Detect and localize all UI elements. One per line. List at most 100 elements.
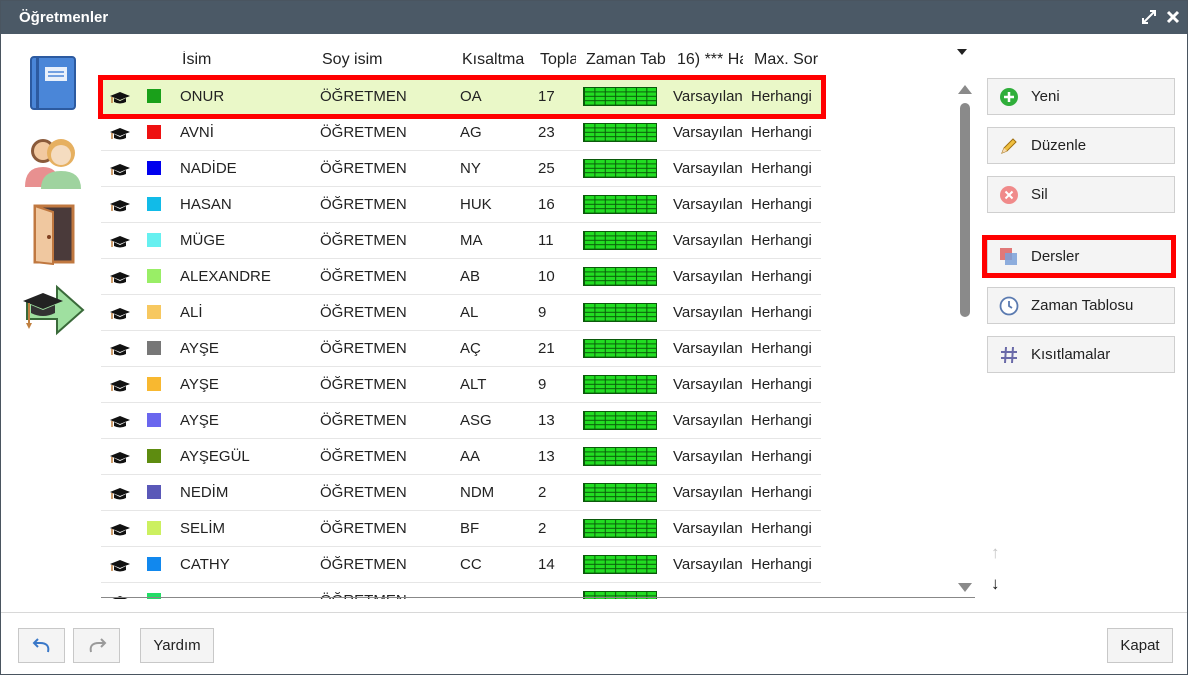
table-row[interactable]: ALİ ÖĞRETMEN AL 9 Varsayılan Herhangi [101,295,821,331]
timetable-preview[interactable] [583,447,657,466]
cell-max: Herhangi [751,196,812,213]
cell-name: AYŞEGÜL [180,448,250,465]
column-header-total[interactable]: Topla [540,51,576,69]
timetable-preview[interactable] [583,267,657,286]
table-row[interactable]: ALEXANDRE ÖĞRETMEN AB 10 Varsayılan Herhangi [101,259,821,295]
color-swatch [147,233,161,247]
scroll-down-icon[interactable] [958,583,972,592]
timetable-preview[interactable] [583,375,657,394]
cell-name: ALEXANDRE [180,268,271,285]
footer-divider [1,612,1187,613]
table-row[interactable]: ONUR ÖĞRETMEN OA 17 Varsayılan Herhangi [101,79,821,115]
cell-surname: ÖĞRETMEN [320,232,407,249]
cell-short: HUK [460,196,492,213]
cell-surname: ÖĞRETMEN [320,88,407,105]
column-header-max[interactable]: Max. Sor [754,51,822,69]
constraints-button[interactable]: Kısıtlamalar [987,336,1175,373]
table-row[interactable]: NEDİM ÖĞRETMEN NDM 2 Varsayılan Herhangi [101,475,821,511]
cell-col16: Varsayılan [673,232,743,249]
graduation-arrow-icon[interactable] [21,283,85,337]
edit-button[interactable]: Düzenle [987,127,1175,164]
graduation-cap-icon [110,199,130,213]
vertical-scrollbar[interactable] [957,85,973,595]
cell-surname: ÖĞRETMEN [320,448,407,465]
help-button[interactable]: Yardım [140,628,214,663]
door-icon[interactable] [29,203,77,266]
cell-short: CC [460,556,482,573]
timetable-preview[interactable] [583,411,657,430]
timetable-preview[interactable] [583,123,657,142]
expand-icon[interactable] [1140,7,1158,27]
color-swatch [147,593,161,599]
cell-name: ALİ [180,304,203,321]
graduation-cap-icon [110,235,130,249]
table-row[interactable]: AYŞE ÖĞRETMEN ALT 9 Varsayılan Herhangi [101,367,821,403]
cell-col16: Varsayılan [673,448,743,465]
table-row[interactable]: NADİDE ÖĞRETMEN NY 25 Varsayılan Herhangi [101,151,821,187]
column-header-16[interactable]: 16) *** Ha [677,51,743,69]
table-bottom-divider [101,597,975,598]
table-row[interactable]: AVNİ ÖĞRETMEN AG 23 Varsayılan Herhangi [101,115,821,151]
table-row[interactable]: HASAN ÖĞRETMEN HUK 16 Varsayılan Herhangi [101,187,821,223]
timetable-preview[interactable] [583,483,657,502]
table-row[interactable]: CATHY ÖĞRETMEN CC 14 Varsayılan Herhangi [101,547,821,583]
scroll-up-icon[interactable] [958,85,972,94]
move-up-icon[interactable]: ↑ [991,543,1000,563]
cell-max: Herhangi [751,124,812,141]
table-row[interactable]: AYŞEGÜL ÖĞRETMEN AA 13 Varsayılan Herhangi [101,439,821,475]
scroll-thumb[interactable] [960,103,970,317]
notebook-icon[interactable] [27,55,79,111]
timetable-button-label: Zaman Tablosu [1031,297,1134,314]
timetable-preview[interactable] [583,159,657,178]
table-row[interactable]: AYŞE ÖĞRETMEN AÇ 21 Varsayılan Herhangi [101,331,821,367]
timetable-preview[interactable] [583,339,657,358]
color-swatch [147,521,161,535]
table-row[interactable]: MÜGE ÖĞRETMEN MA 11 Varsayılan Herhangi [101,223,821,259]
delete-button[interactable]: Sil [987,176,1175,213]
cell-surname: ÖĞRETMEN [320,484,407,501]
move-down-icon[interactable]: ↓ [991,574,1000,594]
lessons-button[interactable]: Dersler [987,238,1175,275]
cell-max: Herhangi [751,556,812,573]
cell-short: AÇ [460,340,481,357]
cell-total: 11 [538,232,554,249]
undo-button[interactable] [18,628,65,663]
close-icon[interactable] [1164,7,1182,27]
timetable-preview[interactable] [583,87,657,106]
title-bar[interactable]: Öğretmenler [1,1,1187,34]
column-header-name[interactable]: İsim [182,51,302,69]
graduation-cap-icon [110,451,130,465]
timetable-preview[interactable] [583,231,657,250]
cell-total: 9 [538,376,547,393]
column-header-surname[interactable]: Soy isim [322,51,442,69]
close-button[interactable]: Kapat [1107,628,1173,663]
cell-short: BF [460,520,480,537]
column-menu-icon[interactable] [957,49,967,55]
graduation-cap-icon [110,343,130,357]
timetable-button[interactable]: Zaman Tablosu [987,287,1175,324]
new-button[interactable]: Yeni [987,78,1175,115]
redo-button[interactable] [73,628,120,663]
color-swatch [147,161,161,175]
window-title: Öğretmenler [19,9,109,26]
cell-surname: ÖĞRETMEN [320,556,407,573]
cell-surname: ÖĞRETMEN [320,304,407,321]
column-header-short[interactable]: Kısaltma [462,51,530,69]
table-row[interactable]: AYŞE ÖĞRETMEN ASG 13 Varsayılan Herhangi [101,403,821,439]
plus-circle-icon [999,87,1019,107]
color-swatch [147,377,161,391]
timetable-preview[interactable] [583,555,657,574]
column-header-timetable[interactable]: Zaman Tab [586,51,667,69]
color-swatch [147,89,161,103]
people-icon[interactable] [23,131,83,189]
timetable-preview[interactable] [583,195,657,214]
cell-short: AG [460,124,482,141]
timetable-preview[interactable] [583,303,657,322]
cell-name: AYŞE [180,340,219,357]
cell-max: Herhangi [751,160,812,177]
cell-name: NEDİM [180,484,229,501]
timetable-preview[interactable] [583,519,657,538]
cell-max: Herhangi [751,88,812,105]
cell-max: Herhangi [751,412,812,429]
table-row[interactable]: SELİM ÖĞRETMEN BF 2 Varsayılan Herhangi [101,511,821,547]
